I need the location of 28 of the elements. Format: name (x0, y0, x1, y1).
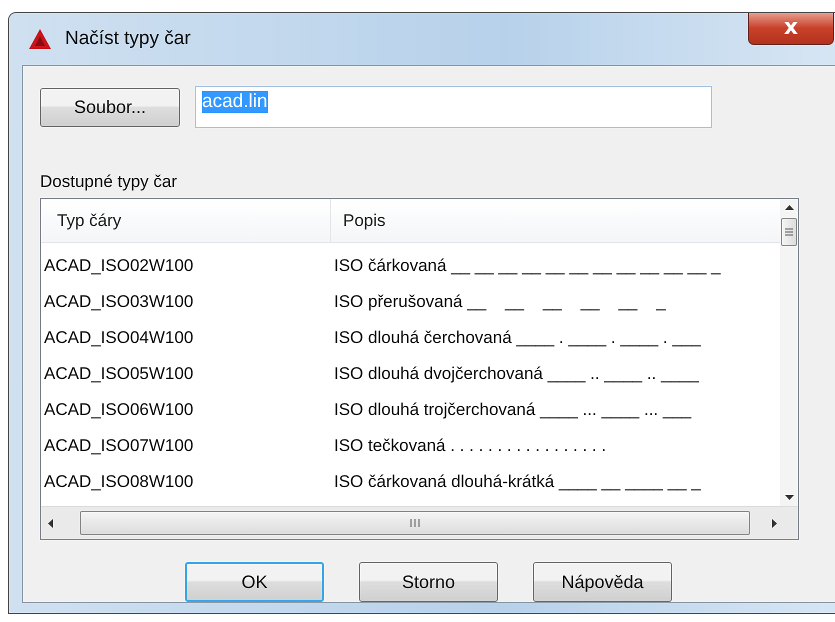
dialog-button[interactable]: Storno (359, 562, 498, 602)
linetype-description[interactable]: ISO dlouhá čerchovaná ____ . ____ . ____ . ___ (334, 328, 701, 348)
linetype-name[interactable]: ACAD_ISO02W100 (41, 256, 334, 276)
linetype-name[interactable]: ACAD_ISO06W100 (41, 400, 334, 420)
column-header[interactable]: Typ čáry (41, 199, 331, 242)
linetype-description[interactable]: ISO čárkovaná __ __ __ __ __ __ __ __ __ __ __ _ (334, 256, 721, 276)
linetype-description[interactable]: ISO čárkovaná dlouhá-krátká ____ __ ____ __ _ (334, 472, 701, 492)
horizontal-scrollbar[interactable] (41, 506, 798, 539)
grip-icon[interactable] (408, 518, 420, 528)
linetype-name[interactable]: ACAD_ISO04W100 (41, 328, 334, 348)
linetype-description[interactable]: ISO dlouhá dvojčerchovaná ____ .. ____ .. ____ (334, 364, 699, 384)
close-button[interactable]: x (748, 13, 834, 45)
list-label: Dostupné typy čar (40, 172, 178, 192)
column-header[interactable]: Popis (331, 199, 386, 242)
triangle-logo-icon (28, 28, 52, 50)
file-button[interactable]: Soubor... (40, 88, 180, 126)
grip-icon[interactable] (784, 227, 794, 237)
linetype-name[interactable]: ACAD_ISO08W100 (41, 472, 334, 492)
linetype-name[interactable]: ACAD_ISO03W100 (41, 292, 334, 312)
linetype-description[interactable]: ISO tečkovaná . . . . . . . . . . . . . . . . . (334, 436, 606, 456)
linetype-name[interactable]: ACAD_ISO05W100 (41, 364, 334, 384)
linetype-name[interactable]: ACAD_ISO07W100 (41, 436, 334, 456)
vertical-scrollbar[interactable] (780, 199, 798, 506)
linetype-description[interactable]: ISO dlouhá trojčerchovaná ____ ... ____ ... ___ (334, 400, 692, 420)
linetype-description[interactable]: ISO přerušovaná __ __ __ __ __ _ (334, 292, 666, 312)
window-title: Načíst typy čar (65, 28, 191, 50)
dialog-button[interactable]: OK (185, 562, 324, 602)
dialog-button[interactable]: Nápověda (533, 562, 672, 602)
